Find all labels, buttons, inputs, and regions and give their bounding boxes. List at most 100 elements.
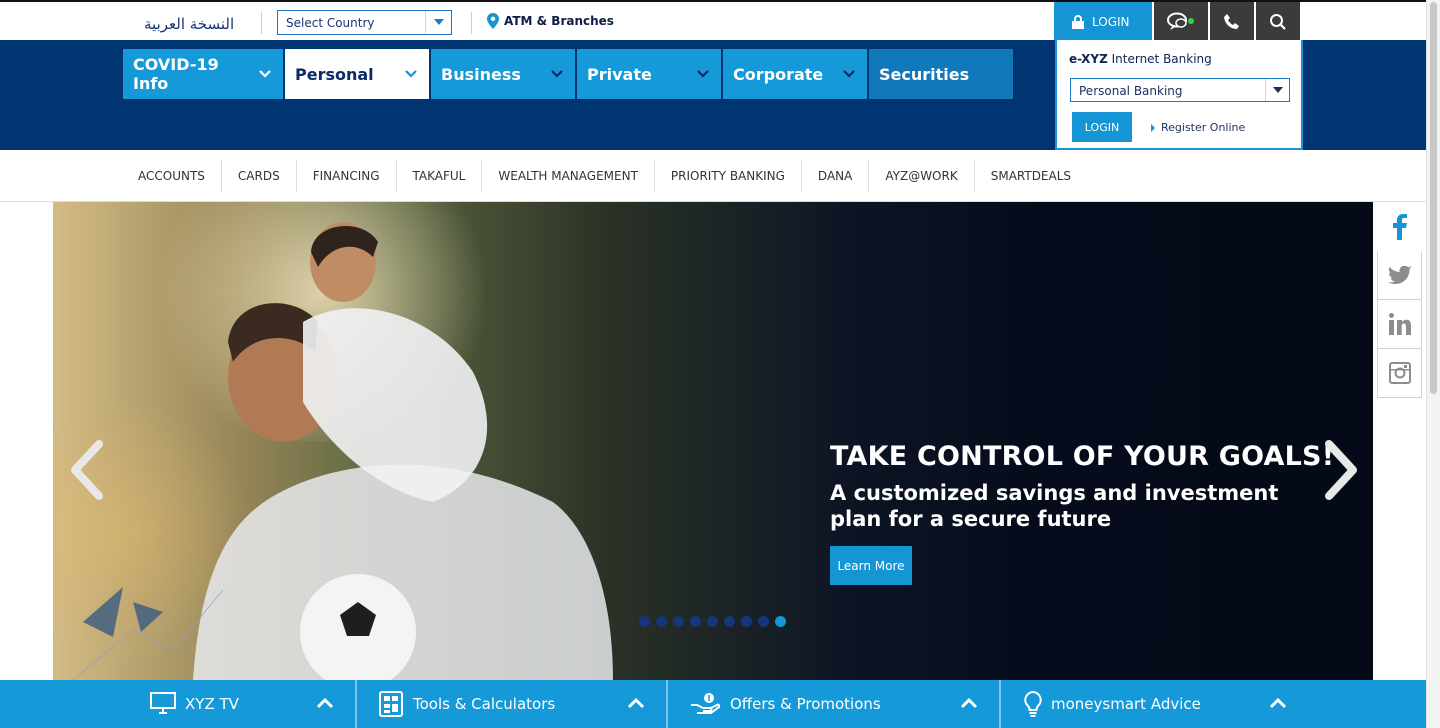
divider	[261, 12, 262, 34]
atm-branches-link[interactable]: ATM & Branches	[487, 13, 614, 29]
subnav-item-wealth-management[interactable]: WEALTH MANAGEMENT	[481, 160, 654, 192]
hero-headline: TAKE CONTROL OF YOUR GOALS!	[830, 441, 1335, 472]
quick-item-label: moneysmart Advice	[1051, 695, 1201, 713]
twitter-icon	[1387, 266, 1412, 284]
subnav-item-dana[interactable]: DANA	[800, 160, 868, 192]
carousel-dot[interactable]	[639, 616, 650, 627]
nav-item-private[interactable]: Private	[577, 49, 721, 99]
carousel-dot[interactable]	[656, 616, 667, 627]
subnav-item-priority-banking[interactable]: PRIORITY BANKING	[653, 160, 801, 192]
banking-type-select[interactable]: Personal Banking	[1070, 78, 1290, 102]
linkedin-icon	[1388, 313, 1411, 335]
top-bar: النسخة العربية Select Country ATM & Bran…	[0, 0, 1426, 42]
quick-item-xyz-tv[interactable]: XYZ TV	[0, 680, 357, 728]
chevron-down-icon	[697, 70, 709, 78]
main-nav: COVID-19 Info Personal Business Private …	[123, 49, 1013, 99]
tv-icon	[150, 692, 176, 714]
instagram-icon	[1388, 362, 1411, 384]
quick-item-label: XYZ TV	[185, 695, 239, 713]
quick-item-moneysmart-advice[interactable]: moneysmart Advice	[1001, 680, 1426, 728]
nav-item-label: Private	[587, 64, 652, 84]
chevron-down-icon	[1265, 79, 1289, 101]
panel-title-rest: Internet Banking	[1107, 52, 1212, 66]
instagram-link[interactable]	[1377, 349, 1422, 398]
page: النسخة العربية Select Country ATM & Bran…	[0, 0, 1440, 728]
divider	[471, 12, 472, 34]
facebook-icon	[1392, 213, 1407, 240]
scrollbar[interactable]	[1426, 0, 1440, 728]
carousel-dot[interactable]	[741, 616, 752, 627]
location-pin-icon	[487, 13, 499, 29]
atm-branches-label: ATM & Branches	[504, 14, 614, 28]
linkedin-link[interactable]	[1377, 300, 1422, 349]
login-toggle-label: LOGIN	[1092, 15, 1130, 29]
call-button[interactable]	[1208, 2, 1254, 42]
learn-more-button[interactable]: Learn More	[830, 546, 912, 585]
bottom-quick-bar: XYZ TV Tools & Calculators Offers & Prom…	[0, 680, 1426, 728]
carousel-prev-button[interactable]	[67, 440, 107, 504]
sub-nav: ACCOUNTS CARDS FINANCING TAKAFUL WEALTH …	[0, 150, 1426, 202]
quick-item-tools-calculators[interactable]: Tools & Calculators	[357, 680, 668, 728]
nav-item-personal[interactable]: Personal	[285, 49, 429, 99]
banking-type-value: Personal Banking	[1079, 84, 1183, 98]
phone-icon	[1224, 14, 1239, 29]
chevron-left-icon	[71, 440, 103, 500]
carousel-dot[interactable]	[758, 616, 769, 627]
carousel-dot[interactable]	[724, 616, 735, 627]
social-links	[1377, 202, 1422, 398]
quick-item-label: Offers & Promotions	[730, 695, 881, 713]
carousel-next-button[interactable]	[1321, 440, 1361, 504]
chevron-down-icon	[425, 11, 451, 34]
chat-button[interactable]	[1152, 2, 1208, 42]
login-toggle-button[interactable]: LOGIN	[1054, 2, 1152, 42]
search-icon	[1270, 14, 1286, 30]
subnav-item-ayz-at-work[interactable]: AYZ@WORK	[868, 160, 973, 192]
search-button[interactable]	[1254, 2, 1300, 42]
nav-item-securities[interactable]: Securities	[869, 49, 1013, 99]
subnav-item-takaful[interactable]: TAKAFUL	[395, 160, 482, 192]
nav-item-label: Securities	[879, 64, 970, 84]
quick-item-offers-promotions[interactable]: Offers & Promotions	[668, 680, 1001, 728]
panel-title: e-XYZ Internet Banking	[1069, 52, 1212, 66]
chat-icon	[1167, 12, 1194, 30]
register-online-link[interactable]: Register Online	[1151, 121, 1245, 134]
country-select-value: Select Country	[286, 16, 375, 30]
hero-carousel: TAKE CONTROL OF YOUR GOALS! A customized…	[53, 202, 1373, 680]
subnav-item-financing[interactable]: FINANCING	[295, 160, 396, 192]
arabic-version-link[interactable]: النسخة العربية	[144, 15, 234, 33]
facebook-link[interactable]	[1377, 202, 1422, 251]
chevron-down-icon	[551, 70, 563, 78]
chevron-down-icon	[843, 70, 855, 78]
nav-item-covid-19-info[interactable]: COVID-19 Info	[123, 49, 283, 99]
carousel-dot[interactable]	[673, 616, 684, 627]
scrollbar-thumb[interactable]	[1430, 2, 1437, 394]
chevron-up-icon	[316, 697, 334, 709]
nav-item-label: Business	[441, 64, 521, 84]
chevron-right-icon	[1325, 440, 1357, 500]
chevron-down-icon	[259, 70, 271, 78]
nav-item-business[interactable]: Business	[431, 49, 575, 99]
chevron-down-icon	[405, 70, 417, 78]
carousel-dot[interactable]	[707, 616, 718, 627]
nav-item-corporate[interactable]: Corporate	[723, 49, 867, 99]
caret-right-icon	[1151, 123, 1155, 132]
subnav-item-smartdeals[interactable]: SMARTDEALS	[973, 160, 1087, 192]
nav-item-label: COVID-19 Info	[133, 55, 219, 93]
carousel-dot-active[interactable]	[775, 616, 786, 627]
chevron-up-icon	[960, 697, 978, 709]
subnav-item-cards[interactable]: CARDS	[220, 160, 296, 192]
calculator-icon	[379, 691, 403, 717]
top-action-buttons: LOGIN	[1054, 2, 1300, 42]
subnav-item-accounts[interactable]: ACCOUNTS	[122, 160, 221, 192]
carousel-indicators	[639, 616, 786, 627]
login-button[interactable]: LOGIN	[1072, 112, 1132, 142]
lightbulb-icon	[1024, 691, 1042, 717]
offers-hand-icon	[691, 693, 720, 714]
lock-icon	[1072, 15, 1084, 29]
chevron-up-icon	[1269, 697, 1287, 709]
country-select[interactable]: Select Country	[277, 10, 452, 35]
hero-illustration	[72, 222, 613, 680]
carousel-dot[interactable]	[690, 616, 701, 627]
twitter-link[interactable]	[1377, 251, 1422, 300]
quick-item-label: Tools & Calculators	[413, 695, 556, 713]
